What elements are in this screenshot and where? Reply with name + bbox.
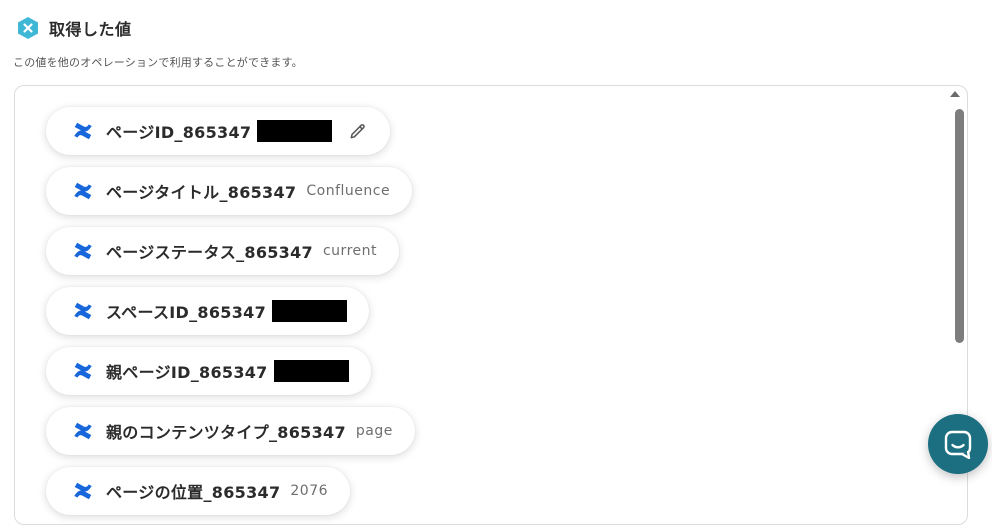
value-item-label: ページの位置_865347 (106, 483, 281, 502)
value-item-label: スペースID_865347 (106, 303, 267, 322)
value-item-label: ページステータス_865347 (106, 243, 313, 262)
value-item-page-title[interactable]: ページタイトル_865347 Confluence (46, 167, 413, 215)
yoom-x-hexagon-icon (18, 17, 38, 39)
redacted-value (257, 120, 333, 142)
value-item-page-status[interactable]: ページステータス_865347 current (46, 227, 399, 275)
confluence-icon (74, 422, 92, 440)
value-item-label: ページID_865347 (106, 123, 252, 142)
value-item-page-position[interactable]: ページの位置_865347 2076 (46, 467, 351, 515)
section-title: 取得した値 (49, 20, 132, 39)
value-item-value: current (322, 243, 377, 259)
redacted-value (273, 360, 349, 382)
value-item-value: 2076 (290, 483, 329, 499)
value-item-value: Confluence (306, 183, 391, 199)
confluence-icon (74, 242, 92, 260)
section-header: 取得した値 (16, 15, 132, 41)
redacted-value (272, 300, 348, 322)
value-item-parent-page-id[interactable]: 親ページID_865347 (46, 347, 371, 395)
value-item-label: 親ページID_865347 (106, 363, 268, 382)
value-item-parent-content-type[interactable]: 親のコンテンツタイプ_865347 page (46, 407, 415, 455)
confluence-icon (74, 182, 92, 200)
pencil-edit-icon[interactable] (348, 121, 368, 141)
chat-launcher-button[interactable] (928, 414, 988, 474)
confluence-icon (74, 482, 92, 500)
section-description: この値を他のオペレーションで利用することができます。 (13, 56, 303, 69)
value-item-label: ページタイトル_865347 (106, 183, 297, 202)
confluence-icon (74, 122, 92, 140)
confluence-icon (74, 302, 92, 320)
confluence-icon (74, 362, 92, 380)
value-item-label: 親のコンテンツタイプ_865347 (106, 423, 346, 442)
scrollbar-thumb[interactable] (955, 109, 964, 343)
value-item-space-id[interactable]: スペースID_865347 (46, 287, 370, 335)
value-item-page-id[interactable]: ページID_865347 (46, 107, 391, 155)
scroll-up-arrow[interactable] (950, 91, 960, 97)
value-item-value: page (355, 423, 393, 439)
chat-bubble-icon (944, 430, 972, 459)
